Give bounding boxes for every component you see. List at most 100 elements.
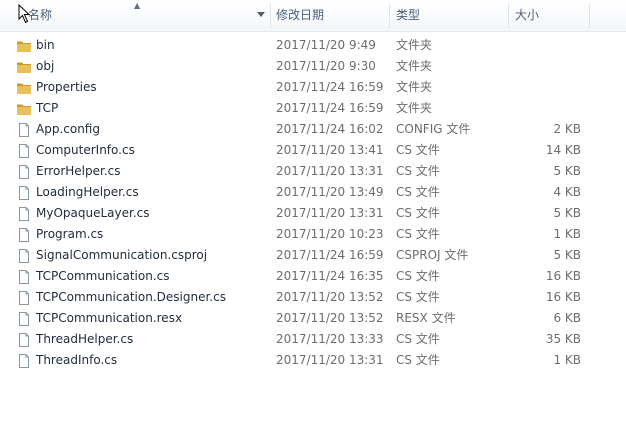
file-list-row[interactable]: obj 2017/11/20 9:30 文件夹 <box>0 56 626 77</box>
file-list-row[interactable]: Properties 2017/11/24 16:59 文件夹 <box>0 77 626 98</box>
sort-ascending-icon: ▲ <box>134 1 141 10</box>
file-name: Properties <box>36 80 97 94</box>
file-icon <box>16 164 32 180</box>
file-icon <box>16 185 32 201</box>
file-list-row[interactable]: App.config 2017/11/24 16:02 CONFIG 文件 2 … <box>0 119 626 140</box>
file-type: CONFIG 文件 <box>396 122 471 136</box>
file-size: 5 KB <box>553 248 581 262</box>
file-type: CS 文件 <box>396 143 440 157</box>
file-icon <box>16 311 32 327</box>
file-name: TCPCommunication.cs <box>36 269 170 283</box>
file-modified-date: 2017/11/20 9:30 <box>276 59 376 73</box>
file-type: CS 文件 <box>396 185 440 199</box>
file-modified-date: 2017/11/20 10:23 <box>276 227 384 241</box>
column-header-name[interactable]: 名称 ▲ <box>0 0 270 31</box>
file-size: 5 KB <box>553 206 581 220</box>
file-modified-date: 2017/11/24 16:59 <box>276 101 384 115</box>
file-modified-date: 2017/11/24 16:35 <box>276 269 384 283</box>
file-type: 文件夹 <box>396 101 433 115</box>
file-icon <box>16 143 32 159</box>
column-header-size[interactable]: 大小 <box>509 0 589 31</box>
file-type: RESX 文件 <box>396 311 456 325</box>
file-type: CS 文件 <box>396 164 440 178</box>
file-icon <box>16 290 32 306</box>
file-size: 6 KB <box>553 311 581 325</box>
file-type: CS 文件 <box>396 269 440 283</box>
column-header-bar: 名称 ▲ 修改日期 类型 大小 <box>0 0 626 32</box>
file-type: CS 文件 <box>396 332 440 346</box>
file-type: CS 文件 <box>396 353 440 367</box>
file-list-row[interactable]: SignalCommunication.csproj 2017/11/24 16… <box>0 245 626 266</box>
column-filter-dropdown-icon[interactable] <box>257 12 265 17</box>
file-size: 35 KB <box>545 332 581 346</box>
file-name: ErrorHelper.cs <box>36 164 121 178</box>
file-list: bin 2017/11/20 9:49 文件夹 obj 2017/11/20 9… <box>0 35 626 371</box>
file-size: 4 KB <box>553 185 581 199</box>
column-header-type[interactable]: 类型 <box>390 0 508 31</box>
column-header-size-label: 大小 <box>515 8 540 22</box>
file-modified-date: 2017/11/20 13:52 <box>276 290 384 304</box>
folder-icon <box>16 101 32 117</box>
file-type: CS 文件 <box>396 206 440 220</box>
mouse-cursor-icon <box>18 4 31 24</box>
file-list-row[interactable]: TCPCommunication.Designer.cs 2017/11/20 … <box>0 287 626 308</box>
file-list-row[interactable]: TCP 2017/11/24 16:59 文件夹 <box>0 98 626 119</box>
file-type: 文件夹 <box>396 80 433 94</box>
file-name: TCPCommunication.resx <box>36 311 183 325</box>
file-list-row[interactable]: ErrorHelper.cs 2017/11/20 13:31 CS 文件 5 … <box>0 161 626 182</box>
file-type: 文件夹 <box>396 59 433 73</box>
file-modified-date: 2017/11/20 13:33 <box>276 332 384 346</box>
file-modified-date: 2017/11/24 16:59 <box>276 80 384 94</box>
file-name: ComputerInfo.cs <box>36 143 135 157</box>
file-list-row[interactable]: bin 2017/11/20 9:49 文件夹 <box>0 35 626 56</box>
file-name: bin <box>36 38 55 52</box>
file-name: LoadingHelper.cs <box>36 185 139 199</box>
file-list-row[interactable]: MyOpaqueLayer.cs 2017/11/20 13:31 CS 文件 … <box>0 203 626 224</box>
column-divider[interactable] <box>589 3 590 28</box>
file-list-row[interactable]: ThreadInfo.cs 2017/11/20 13:31 CS 文件 1 K… <box>0 350 626 371</box>
file-modified-date: 2017/11/20 9:49 <box>276 38 376 52</box>
file-type: CS 文件 <box>396 290 440 304</box>
file-size: 1 KB <box>553 227 581 241</box>
file-list-row[interactable]: LoadingHelper.cs 2017/11/20 13:49 CS 文件 … <box>0 182 626 203</box>
file-name: ThreadHelper.cs <box>36 332 134 346</box>
file-type: CS 文件 <box>396 227 440 241</box>
file-name: App.config <box>36 122 100 136</box>
file-list-row[interactable]: TCPCommunication.cs 2017/11/24 16:35 CS … <box>0 266 626 287</box>
file-icon <box>16 227 32 243</box>
file-size: 16 KB <box>545 269 581 283</box>
file-name: obj <box>36 59 55 73</box>
file-modified-date: 2017/11/20 13:52 <box>276 311 384 325</box>
file-modified-date: 2017/11/20 13:49 <box>276 185 384 199</box>
file-modified-date: 2017/11/24 16:02 <box>276 122 384 136</box>
file-icon <box>16 248 32 264</box>
file-icon <box>16 353 32 369</box>
file-type: 文件夹 <box>396 38 433 52</box>
file-list-row[interactable]: ComputerInfo.cs 2017/11/20 13:41 CS 文件 1… <box>0 140 626 161</box>
file-icon <box>16 122 32 138</box>
file-size: 14 KB <box>545 143 581 157</box>
folder-icon <box>16 38 32 54</box>
file-name: TCP <box>36 101 59 115</box>
file-list-row[interactable]: Program.cs 2017/11/20 10:23 CS 文件 1 KB <box>0 224 626 245</box>
column-header-date[interactable]: 修改日期 <box>271 0 389 31</box>
file-list-row[interactable]: TCPCommunication.resx 2017/11/20 13:52 R… <box>0 308 626 329</box>
file-icon <box>16 269 32 285</box>
file-name: Program.cs <box>36 227 104 241</box>
file-modified-date: 2017/11/20 13:31 <box>276 206 384 220</box>
file-modified-date: 2017/11/20 13:31 <box>276 164 384 178</box>
file-name: SignalCommunication.csproj <box>36 248 208 262</box>
file-modified-date: 2017/11/20 13:41 <box>276 143 384 157</box>
file-size: 2 KB <box>553 122 581 136</box>
file-icon <box>16 332 32 348</box>
file-modified-date: 2017/11/24 16:59 <box>276 248 384 262</box>
file-name: TCPCommunication.Designer.cs <box>36 290 226 304</box>
column-header-date-label: 修改日期 <box>276 8 325 22</box>
file-name: ThreadInfo.cs <box>36 353 118 367</box>
folder-icon <box>16 80 32 96</box>
folder-icon <box>16 59 32 75</box>
file-list-row[interactable]: ThreadHelper.cs 2017/11/20 13:33 CS 文件 3… <box>0 329 626 350</box>
file-type: CSPROJ 文件 <box>396 248 469 262</box>
file-size: 5 KB <box>553 164 581 178</box>
file-size: 16 KB <box>545 290 581 304</box>
